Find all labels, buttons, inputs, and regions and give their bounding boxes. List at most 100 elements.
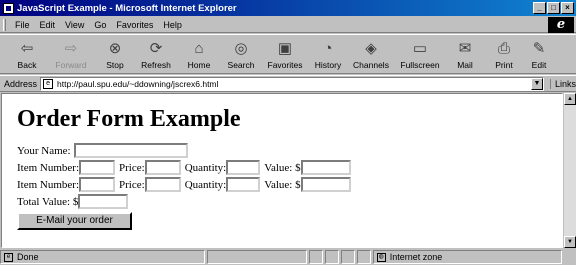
value-input-2[interactable] <box>300 177 351 192</box>
page-content: Order Form Example Your Name: Item Numbe… <box>1 93 563 248</box>
menu-go[interactable]: Go <box>89 20 111 30</box>
mail-label: Mail <box>457 60 473 70</box>
print-icon: ⎙ <box>497 39 510 57</box>
name-row: Your Name: <box>17 142 562 159</box>
channels-icon: ◈ <box>365 40 377 57</box>
caption-buttons: _ □ × <box>533 2 574 14</box>
menu-favorites[interactable]: Favorites <box>111 20 158 30</box>
back-arrow-icon: ⇦ <box>20 40 34 57</box>
history-button[interactable]: ◔ History <box>308 35 348 73</box>
item-number-input-1[interactable] <box>79 160 116 175</box>
address-input[interactable]: e http://paul.spu.edu/~ddowning/jscrex6.… <box>40 76 544 91</box>
fullscreen-icon: ▭ <box>412 40 428 57</box>
refresh-button[interactable]: ⟳ Refresh <box>134 35 178 73</box>
item-number-label: Item Number: <box>17 178 80 191</box>
status-panel-a <box>308 250 323 264</box>
item-number-label: Item Number: <box>17 161 80 174</box>
scroll-down-icon[interactable]: ▼ <box>564 236 576 248</box>
value-label: Value: $ <box>264 178 301 191</box>
refresh-label: Refresh <box>141 60 171 70</box>
mail-icon: ✉ <box>458 40 472 57</box>
back-label: Back <box>17 60 37 70</box>
stop-icon: ⊗ <box>108 40 122 57</box>
favorites-label: Favorites <box>267 60 303 70</box>
links-button[interactable]: Links <box>549 78 576 89</box>
globe-icon: ◍ <box>376 252 386 262</box>
maximize-button[interactable]: □ <box>547 2 560 14</box>
window-title: JavaScript Example - Microsoft Internet … <box>17 2 237 14</box>
back-button[interactable]: ⇦ Back <box>8 35 46 73</box>
edit-icon: ✎ <box>532 40 546 57</box>
forward-label: Forward <box>55 60 87 70</box>
close-button[interactable]: × <box>561 2 574 14</box>
total-value-label: Total Value: $ <box>17 195 79 208</box>
address-bar: Address e http://paul.spu.edu/~ddowning/… <box>0 75 576 92</box>
toolbar: ⇦ Back ⇨ Forward ⊗ Stop ⟳ Refresh ⌂ Home… <box>0 34 576 74</box>
price-label: Price: <box>119 161 145 174</box>
address-url[interactable]: http://paul.spu.edu/~ddowning/jscrex6.ht… <box>57 79 218 89</box>
vertical-scrollbar[interactable]: ▲ ▼ <box>564 93 576 248</box>
status-text-panel: e Done <box>0 250 206 264</box>
home-button[interactable]: ⌂ Home <box>178 35 220 73</box>
price-input-2[interactable] <box>144 177 181 192</box>
forward-button[interactable]: ⇨ Forward <box>46 35 96 73</box>
favorites-button[interactable]: ▣ Favorites <box>262 35 308 73</box>
address-dropdown-icon[interactable]: ▼ <box>530 77 543 90</box>
edit-label: Edit <box>531 60 547 70</box>
quantity-input-2[interactable] <box>226 177 261 192</box>
email-order-button[interactable]: E-Mail your order <box>17 212 132 230</box>
item-number-input-2[interactable] <box>79 177 116 192</box>
your-name-input[interactable] <box>73 143 188 158</box>
home-label: Home <box>187 60 211 70</box>
quantity-input-1[interactable] <box>226 160 261 175</box>
quantity-label: Quantity: <box>184 161 227 174</box>
edit-button[interactable]: ✎ Edit <box>524 35 554 73</box>
history-icon: ◔ <box>323 39 333 57</box>
home-icon: ⌂ <box>194 39 204 57</box>
page-heading: Order Form Example <box>17 106 241 132</box>
item-row-2: Item Number: Price: Quantity: Value: $ <box>17 176 562 193</box>
status-progress-panel <box>207 250 307 264</box>
resize-grip-icon[interactable] <box>564 251 576 263</box>
status-bar: e Done ◍ Internet zone <box>0 249 576 265</box>
fullscreen-button[interactable]: ▭ Fullscreen <box>394 35 446 73</box>
menubar-grip <box>3 18 6 31</box>
mail-button[interactable]: ✉ Mail <box>446 35 484 73</box>
favorites-icon: ▣ <box>277 40 293 57</box>
status-panel-c <box>340 250 355 264</box>
history-label: History <box>314 60 342 70</box>
refresh-icon: ⟳ <box>149 40 163 57</box>
search-icon: ◎ <box>234 40 248 57</box>
menu-bar: File Edit View Go Favorites Help e <box>0 17 576 33</box>
total-row: Total Value: $ <box>17 193 562 210</box>
channels-label: Channels <box>353 60 389 70</box>
print-label: Print <box>495 60 513 70</box>
search-button[interactable]: ◎ Search <box>220 35 262 73</box>
ie-logo-icon: e <box>548 17 574 33</box>
menu-view[interactable]: View <box>60 20 89 30</box>
menu-file[interactable]: File <box>10 20 35 30</box>
title-bar: JavaScript Example - Microsoft Internet … <box>0 0 576 16</box>
price-input-1[interactable] <box>144 160 181 175</box>
fullscreen-label: Fullscreen <box>400 60 440 70</box>
stop-button[interactable]: ⊗ Stop <box>96 35 134 73</box>
status-panel-b <box>324 250 339 264</box>
your-name-label: Your Name: <box>17 144 71 157</box>
scroll-up-icon[interactable]: ▲ <box>564 93 576 105</box>
zone-panel: ◍ Internet zone <box>372 250 563 264</box>
zone-text: Internet zone <box>389 252 443 262</box>
forward-arrow-icon: ⇨ <box>64 40 78 57</box>
page-status-icon: e <box>4 252 13 262</box>
stop-label: Stop <box>106 60 124 70</box>
page-icon: e <box>43 78 54 89</box>
menu-help[interactable]: Help <box>158 20 187 30</box>
value-input-1[interactable] <box>300 160 351 175</box>
value-label: Value: $ <box>264 161 301 174</box>
price-label: Price: <box>119 178 145 191</box>
print-button[interactable]: ⎙ Print <box>484 35 524 73</box>
app-icon <box>3 2 14 14</box>
minimize-button[interactable]: _ <box>533 2 546 14</box>
menu-edit[interactable]: Edit <box>35 20 61 30</box>
total-value-input[interactable] <box>78 194 129 209</box>
channels-button[interactable]: ◈ Channels <box>348 35 394 73</box>
